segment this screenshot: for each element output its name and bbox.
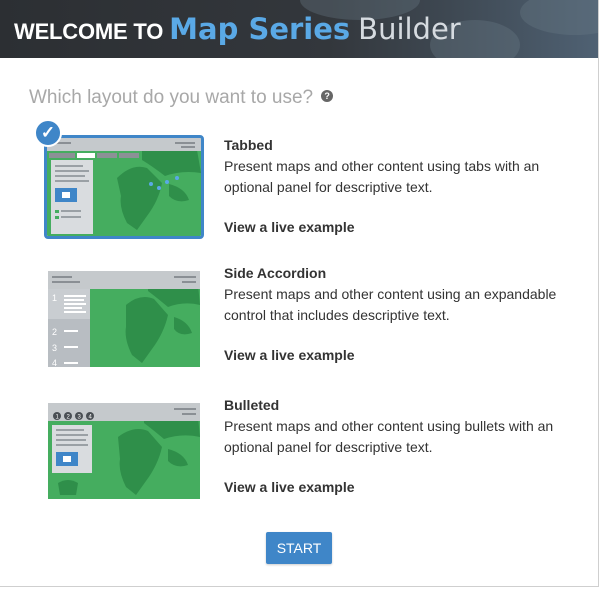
header-brand-text: Map Series	[169, 12, 351, 46]
builder-dialog: WELCOME TO Map Series Builder Which layout…	[0, 0, 599, 587]
accordion-layout-illustration: 1 2 3 4	[48, 271, 200, 367]
header-welcome-text: WELCOME TO	[14, 19, 164, 44]
help-icon[interactable]: ?	[321, 89, 334, 102]
start-button[interactable]: START	[266, 532, 332, 564]
dialog-header: WELCOME TO Map Series Builder	[0, 0, 598, 58]
layout-question-text: Which layout do you want to use?	[29, 87, 314, 108]
layout-option-description: Present maps and other content using tab…	[224, 158, 540, 195]
accordion-number-2: 2	[52, 327, 57, 337]
view-live-example-link[interactable]: View a live example	[224, 479, 355, 495]
layout-option-bulleted[interactable]: 1 2 3 4 Bulleted Present maps and other …	[0, 395, 598, 515]
dialog-title: WELCOME TO Map Series Builder	[14, 12, 461, 46]
selected-check-icon: ✓	[34, 119, 62, 147]
layout-option-title: Tabbed	[224, 137, 273, 153]
accordion-number-4: 4	[52, 358, 57, 367]
header-builder-text: Builder	[358, 12, 461, 46]
layout-option-side-accordion[interactable]: 1 2 3 4 Side Accordion Present maps and …	[0, 263, 598, 383]
layout-option-tabbed[interactable]: ✓ Tabbed Present maps and other content …	[0, 119, 598, 255]
layout-option-description: Present maps and other content using bul…	[224, 418, 554, 455]
layout-option-description: Present maps and other content using an …	[224, 286, 557, 323]
accordion-number-1: 1	[52, 293, 57, 303]
tabbed-layout-thumbnail[interactable]	[44, 135, 204, 239]
bulleted-layout-thumbnail[interactable]: 1 2 3 4	[48, 403, 200, 499]
accordion-number-3: 3	[52, 343, 57, 353]
bulleted-layout-illustration: 1 2 3 4	[48, 403, 200, 499]
view-live-example-link[interactable]: View a live example	[224, 347, 355, 363]
layout-option-title: Bulleted	[224, 397, 280, 413]
accordion-layout-thumbnail[interactable]: 1 2 3 4	[48, 271, 200, 367]
tabbed-layout-illustration	[47, 138, 201, 236]
view-live-example-link[interactable]: View a live example	[224, 219, 355, 235]
layout-question: Which layout do you want to use??	[29, 87, 334, 109]
layout-option-title: Side Accordion	[224, 265, 327, 281]
